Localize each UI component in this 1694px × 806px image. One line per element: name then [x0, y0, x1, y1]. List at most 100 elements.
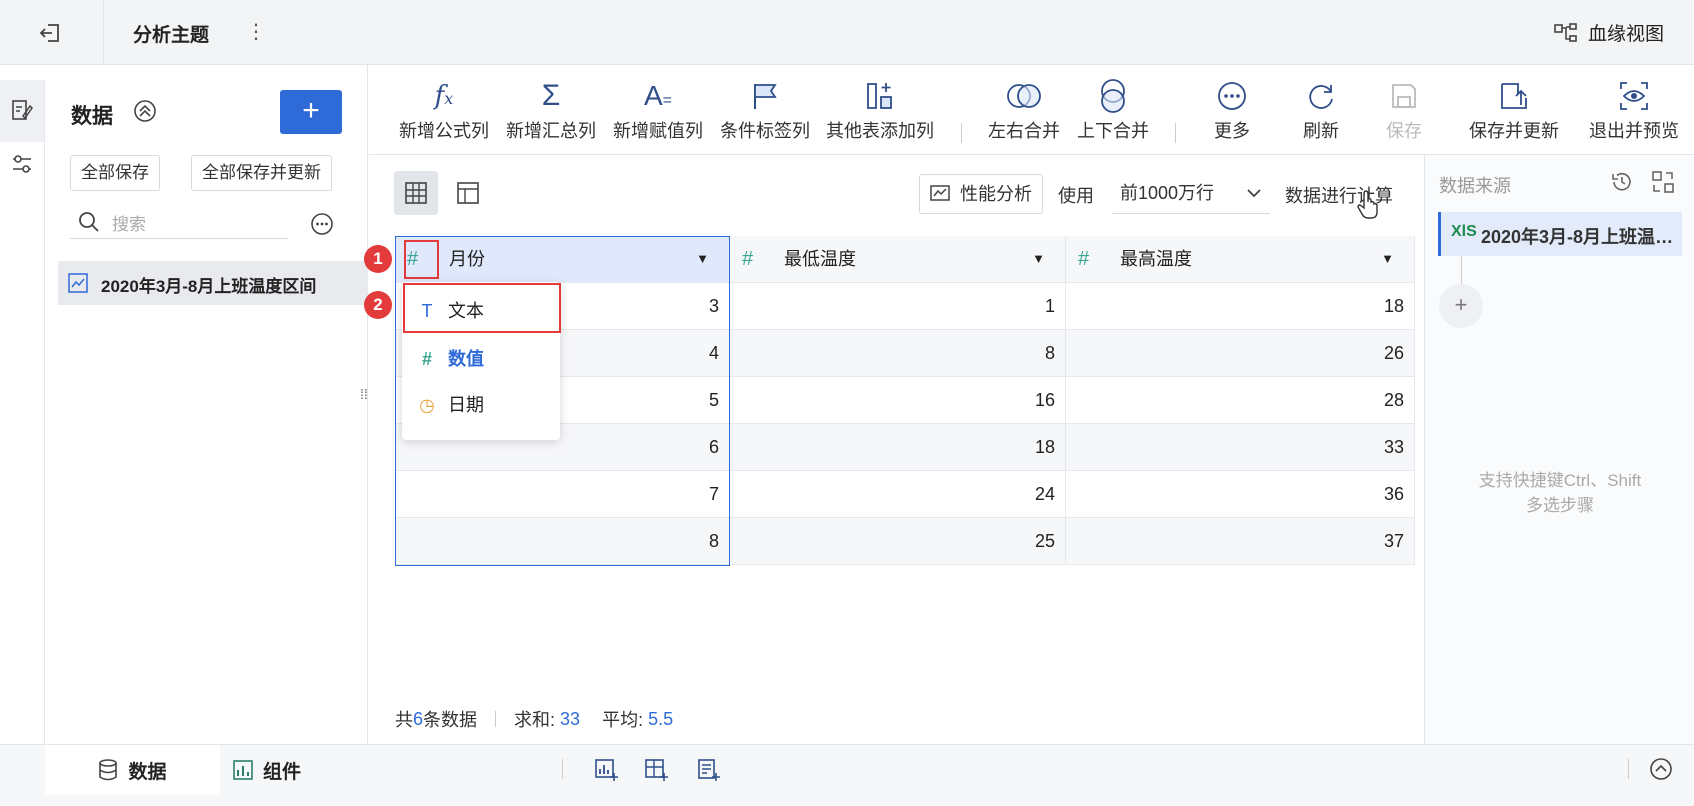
search-input[interactable]: 搜索: [70, 203, 288, 239]
add-data-button[interactable]: +: [280, 90, 342, 134]
table-cell[interactable]: 24: [730, 471, 1066, 518]
source-item[interactable]: XlS 2020年3月-8月上班温度区间: [1438, 212, 1682, 256]
more-button[interactable]: 更多: [1197, 75, 1267, 150]
add-summary-column-label: 新增汇总列: [506, 121, 596, 141]
add-chart-icon[interactable]: [594, 758, 618, 782]
rail-item-data[interactable]: [0, 80, 44, 142]
use-label: 使用: [1058, 186, 1094, 206]
table-header-row: # 月份 ▼ # 最低温度 ▼ # 最高温度 ▼: [395, 236, 1415, 283]
column-header-max-temp[interactable]: # 最高温度 ▼: [1066, 236, 1415, 283]
add-step-button[interactable]: +: [1439, 284, 1483, 328]
exit-and-preview-button[interactable]: 退出并预览: [1582, 75, 1686, 150]
toolbar-divider: [1175, 123, 1176, 143]
type-option-number[interactable]: # 数值: [402, 337, 560, 381]
more-options-icon[interactable]: ⋮: [246, 18, 266, 46]
table-cell[interactable]: 28: [1066, 377, 1415, 424]
avg-value: 5.5: [648, 708, 674, 729]
search-placeholder: 搜索: [112, 215, 146, 234]
add-assign-column-button[interactable]: A= 新增赋值列: [608, 75, 708, 150]
table-cell[interactable]: 26: [1066, 330, 1415, 377]
date-type-icon: ◷: [419, 395, 435, 415]
table-cell[interactable]: 36: [1066, 471, 1415, 518]
type-option-label: 数值: [448, 349, 484, 369]
tab-data[interactable]: 数据: [45, 745, 220, 795]
grid-view-button[interactable]: [394, 171, 438, 215]
column-menu-arrow-icon[interactable]: ▼: [1381, 236, 1394, 282]
chevron-up-circle-icon[interactable]: [1649, 757, 1673, 781]
dataset-name: 2020年3月-8月上班温度区间: [101, 277, 317, 296]
add-summary-column-button[interactable]: Σ 新增汇总列: [501, 75, 601, 150]
tab-components[interactable]: 组件: [233, 745, 353, 795]
chart-dataset-icon: [68, 273, 88, 293]
table-cell[interactable]: 18: [730, 424, 1066, 471]
dataset-item[interactable]: 2020年3月-8月上班温度区间: [58, 261, 368, 305]
refresh-icon: [1309, 85, 1333, 109]
data-edit-icon: [12, 100, 33, 120]
type-option-label: 日期: [448, 395, 484, 415]
column-header-month[interactable]: # 月份 ▼: [395, 236, 730, 283]
exit-and-preview-label: 退出并预览: [1589, 121, 1679, 141]
settings-sliders-icon[interactable]: [11, 153, 33, 175]
column-menu-arrow-icon[interactable]: ▼: [696, 236, 709, 282]
lineage-view-button[interactable]: 血缘视图: [1554, 19, 1664, 46]
column-menu-arrow-icon[interactable]: ▼: [1032, 236, 1045, 282]
switch-layout-icon[interactable]: [1651, 170, 1675, 194]
column-name: 最高温度: [1120, 249, 1192, 269]
bottom-divider: [562, 759, 563, 779]
excel-icon: XlS: [1451, 223, 1477, 240]
table-row: 7 24 36: [395, 471, 1415, 518]
table-cell[interactable]: 18: [1066, 283, 1415, 330]
sum-label: 求和:: [514, 710, 556, 730]
hand-cursor-icon: [1357, 190, 1378, 219]
type-option-date[interactable]: ◷ 日期: [402, 383, 560, 427]
layout-view-button[interactable]: [446, 171, 490, 215]
add-formula-column-button[interactable]: fx 新增公式列: [394, 75, 494, 150]
numeric-type-icon[interactable]: #: [742, 236, 753, 282]
table-cell[interactable]: 25: [730, 518, 1066, 565]
more-circle-icon[interactable]: [310, 212, 334, 236]
save-all-update-button[interactable]: 全部保存并更新: [191, 155, 332, 191]
save-and-update-button[interactable]: 保存并更新: [1454, 75, 1574, 150]
sigma-icon: Σ: [541, 79, 561, 112]
condition-tag-column-label: 条件标签列: [720, 121, 810, 141]
numeric-type-icon[interactable]: #: [1078, 236, 1089, 282]
toolbar: fx 新增公式列 Σ 新增汇总列 A= 新增赋值列 条件标签列 其他表添加列 左…: [369, 65, 1694, 155]
left-rail: [0, 80, 45, 744]
add-formula-column-label: 新增公式列: [399, 121, 489, 141]
sources-title: 数据来源: [1439, 176, 1511, 196]
more-label: 更多: [1214, 121, 1250, 141]
add-report-icon[interactable]: [696, 758, 720, 782]
refresh-button[interactable]: 刷新: [1286, 75, 1356, 150]
refresh-label: 刷新: [1303, 121, 1339, 141]
collapse-icon[interactable]: [133, 99, 157, 123]
table-cell[interactable]: 33: [1066, 424, 1415, 471]
search-icon: [79, 212, 99, 232]
merge-left-right-button[interactable]: 左右合并: [984, 75, 1064, 150]
toolbar-divider: [961, 123, 962, 143]
save-button[interactable]: 保存: [1369, 75, 1439, 150]
column-name: 月份: [449, 249, 485, 269]
history-icon[interactable]: [1610, 170, 1634, 194]
merge-top-bottom-button[interactable]: 上下合并: [1073, 75, 1153, 150]
condition-tag-column-button[interactable]: 条件标签列: [715, 75, 815, 150]
table-cell[interactable]: 16: [730, 377, 1066, 424]
exit-icon[interactable]: [38, 20, 64, 46]
total-count: 6: [413, 708, 424, 729]
add-dashboard-icon[interactable]: [644, 758, 668, 782]
resize-handle[interactable]: ⁞⁞: [360, 387, 368, 401]
grid-icon: [405, 182, 427, 204]
table-cell[interactable]: 8: [395, 518, 730, 565]
table-cell[interactable]: 8: [730, 330, 1066, 377]
lineage-view-label: 血缘视图: [1587, 24, 1664, 45]
formula-icon: fx: [434, 81, 454, 111]
other-table-add-column-button[interactable]: 其他表添加列: [822, 75, 938, 150]
save-all-button[interactable]: 全部保存: [70, 155, 160, 191]
table-cell[interactable]: 37: [1066, 518, 1415, 565]
table-cell[interactable]: 1: [730, 283, 1066, 330]
merge-left-right-label: 左右合并: [988, 121, 1060, 141]
column-header-min-temp[interactable]: # 最低温度 ▼: [730, 236, 1066, 283]
highlight-box: [403, 283, 561, 333]
row-limit-select[interactable]: 前1000万行: [1112, 174, 1270, 214]
table-cell[interactable]: 7: [395, 471, 730, 518]
performance-analysis-button[interactable]: 性能分析: [919, 174, 1043, 214]
